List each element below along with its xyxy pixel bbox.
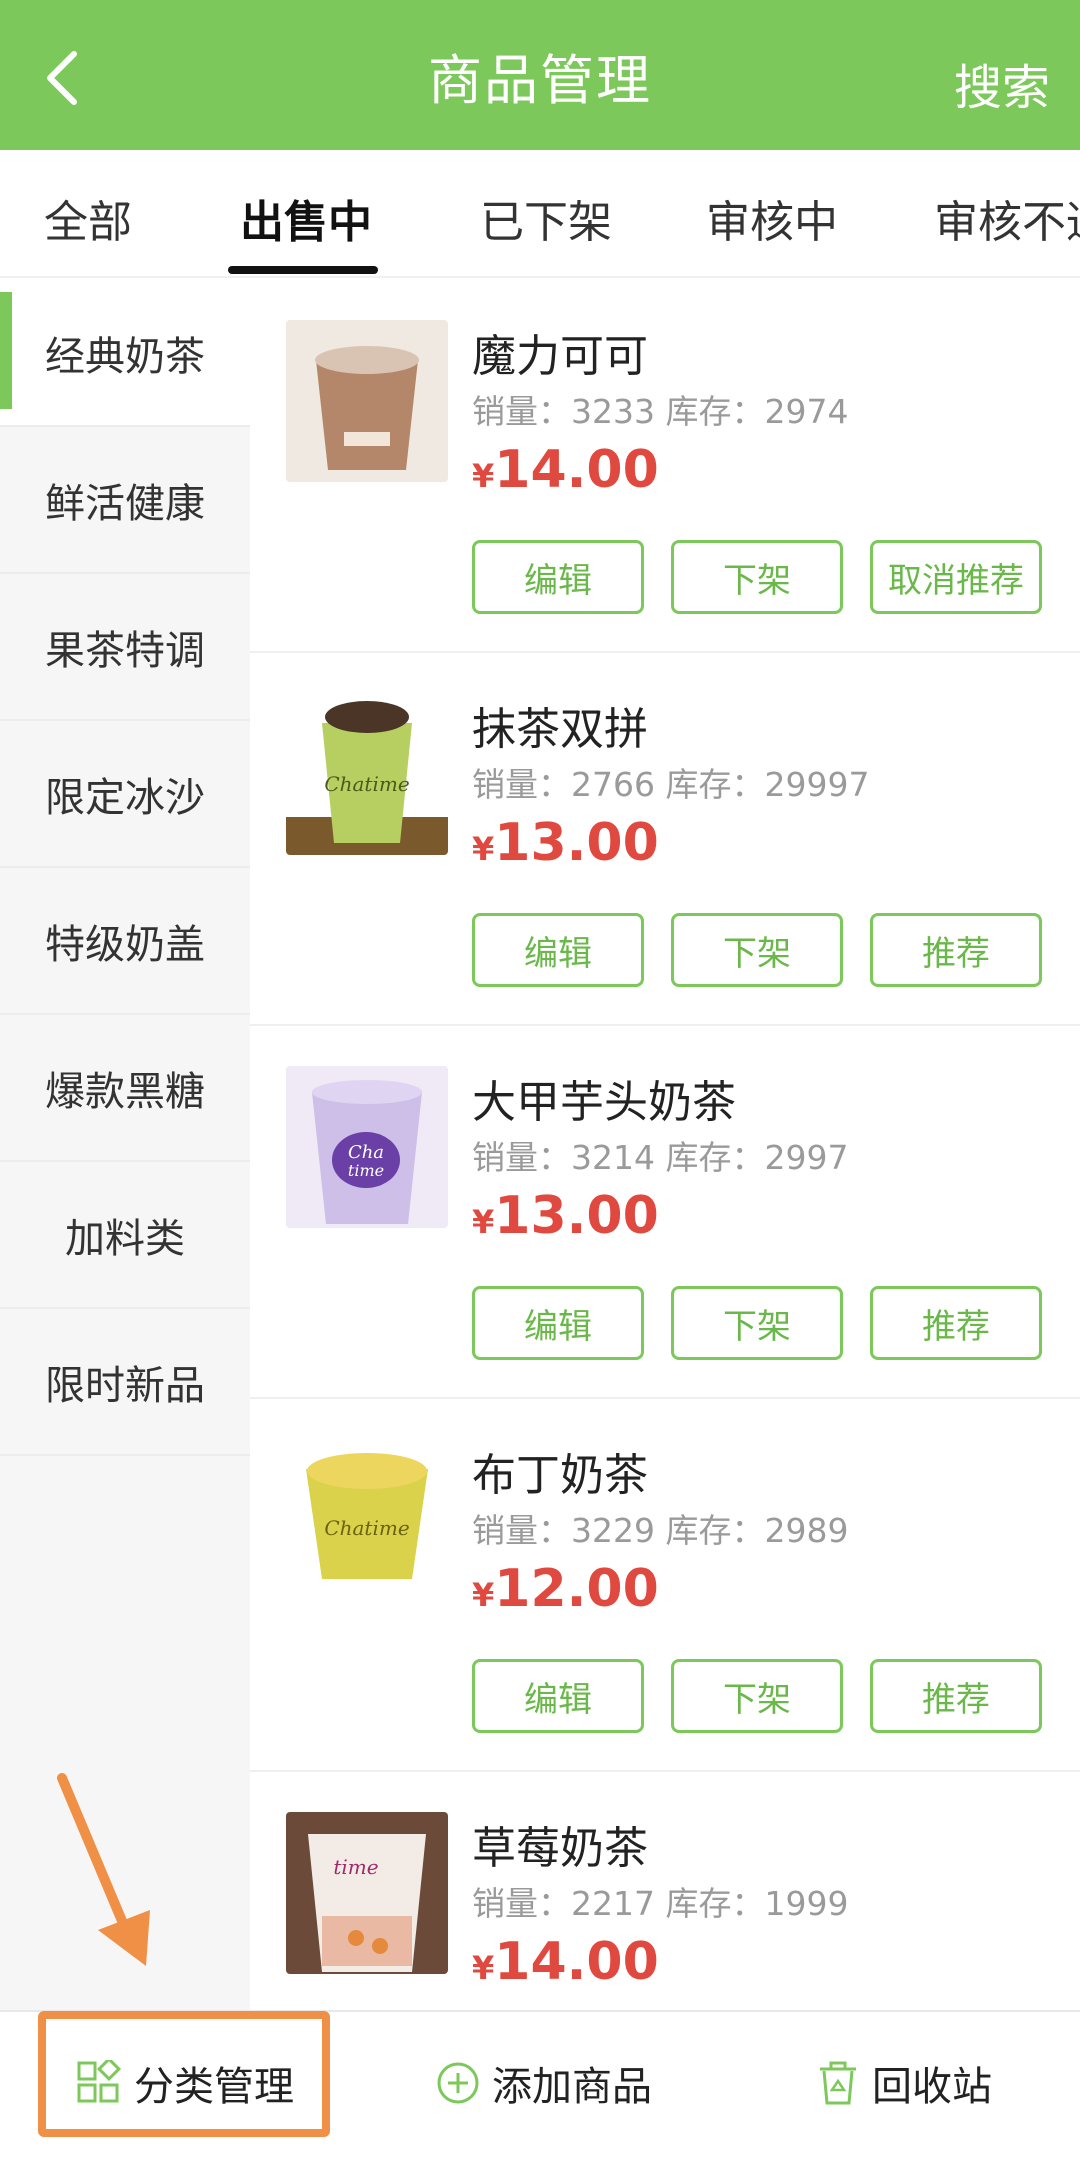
price-amount: 14.00 — [494, 1932, 659, 1992]
off-shelf-button[interactable]: 下架 — [671, 1659, 843, 1733]
tab-review-rejected[interactable]: 审核不通过 — [934, 186, 1080, 250]
status-tabs: 全部 出售中 已下架 审核中 审核不通过 — [0, 150, 1080, 278]
price-amount: 13.00 — [494, 813, 659, 873]
product-card: time 草莓奶茶 销量：2217 库存：1999 ¥14.00 — [250, 1772, 1080, 2010]
product-card: Cha time 大甲芋头奶茶 销量：3214 库存：2997 ¥13.00 编… — [250, 1026, 1080, 1399]
product-price: ¥14.00 — [472, 1932, 659, 1992]
category-sidebar: 经典奶茶 鲜活健康 果茶特调 限定冰沙 特级奶盖 爆款黑糖 加料类 限时新品 — [0, 280, 250, 2010]
sidebar-item-label: 经典奶茶 — [45, 333, 205, 380]
annotation-arrow-icon — [57, 1773, 150, 1966]
currency-symbol: ¥ — [472, 457, 495, 495]
product-price: ¥12.00 — [472, 1559, 659, 1619]
add-product-label: 添加商品 — [492, 2064, 652, 2110]
recycle-bin-button[interactable]: 回收站 — [816, 2054, 992, 2112]
svg-text:Cha: Cha — [348, 1142, 384, 1163]
sidebar-item-fresh-healthy[interactable]: 鲜活健康 — [0, 427, 250, 574]
edit-button[interactable]: 编辑 — [472, 913, 644, 987]
edit-button[interactable]: 编辑 — [472, 1286, 644, 1360]
back-arrow-icon[interactable] — [38, 48, 98, 108]
active-tab-indicator — [228, 266, 378, 274]
currency-symbol: ¥ — [472, 1203, 495, 1241]
currency-symbol: ¥ — [472, 1949, 495, 1987]
product-card: Chatime 布丁奶茶 销量：3229 库存：2989 ¥12.00 编辑 下… — [250, 1399, 1080, 1772]
category-management-label: 分类管理 — [134, 2064, 294, 2110]
product-sales-stock: 销量：2766 库存：29997 — [472, 765, 870, 804]
sidebar-item-label: 限定冰沙 — [45, 774, 205, 821]
product-price: ¥13.00 — [472, 813, 659, 873]
sidebar-item-classic-milk-tea[interactable]: 经典奶茶 — [0, 280, 250, 427]
category-grid-icon — [77, 2060, 122, 2103]
sidebar-item-label: 特级奶盖 — [45, 921, 205, 968]
svg-text:Chatime: Chatime — [324, 1516, 409, 1540]
price-amount: 13.00 — [494, 1186, 659, 1246]
add-product-button[interactable]: 添加商品 — [436, 2054, 652, 2112]
off-shelf-button[interactable]: 下架 — [671, 913, 843, 987]
off-shelf-button[interactable]: 下架 — [671, 540, 843, 614]
sidebar-item-label: 限时新品 — [45, 1362, 205, 1409]
currency-symbol: ¥ — [472, 1576, 495, 1614]
tab-off-shelf[interactable]: 已下架 — [480, 186, 612, 250]
recommend-button[interactable]: 推荐 — [870, 913, 1042, 987]
top-bar: 商品管理 搜索 — [0, 0, 1080, 150]
plus-circle-icon — [437, 2062, 479, 2104]
recommend-button[interactable]: 推荐 — [870, 1286, 1042, 1360]
product-card: Chatime 抹茶双拼 销量：2766 库存：29997 ¥13.00 编辑 … — [250, 653, 1080, 1026]
product-list: 魔力可可 销量：3233 库存：2974 ¥14.00 编辑 下架 取消推荐 C… — [250, 280, 1080, 2010]
product-sales-stock: 销量：3233 库存：2974 — [472, 392, 849, 431]
product-image[interactable]: Chatime — [286, 693, 448, 855]
edit-button[interactable]: 编辑 — [472, 540, 644, 614]
product-image[interactable]: Cha time — [286, 1066, 448, 1228]
product-sales-stock: 销量：3214 库存：2997 — [472, 1138, 849, 1177]
edit-button[interactable]: 编辑 — [472, 1659, 644, 1733]
sidebar-item-label: 加料类 — [65, 1215, 185, 1262]
currency-symbol: ¥ — [472, 830, 495, 868]
tab-all[interactable]: 全部 — [44, 186, 132, 250]
active-category-indicator — [0, 292, 12, 409]
product-sales-stock: 销量：3229 库存：2989 — [472, 1511, 849, 1550]
product-image[interactable] — [286, 320, 448, 482]
sidebar-item-new-limited[interactable]: 限时新品 — [0, 1309, 250, 1456]
category-management-button[interactable]: 分类管理 — [76, 2054, 294, 2112]
page-title: 商品管理 — [428, 48, 652, 112]
product-sales-stock: 销量：2217 库存：1999 — [472, 1884, 849, 1923]
product-name[interactable]: 布丁奶茶 — [472, 1439, 648, 1503]
bottom-action-bar: 分类管理 添加商品 回收站 — [0, 2010, 1080, 2157]
product-name[interactable]: 魔力可可 — [472, 320, 648, 384]
svg-text:time: time — [333, 1855, 378, 1879]
tab-reviewing[interactable]: 审核中 — [706, 186, 838, 250]
svg-text:Chatime: Chatime — [324, 772, 409, 796]
off-shelf-button[interactable]: 下架 — [671, 1286, 843, 1360]
product-card: 魔力可可 销量：3233 库存：2974 ¥14.00 编辑 下架 取消推荐 — [250, 280, 1080, 653]
sidebar-item-limited-smoothie[interactable]: 限定冰沙 — [0, 721, 250, 868]
price-amount: 14.00 — [494, 440, 659, 500]
sidebar-item-milk-cap[interactable]: 特级奶盖 — [0, 868, 250, 1015]
sidebar-item-label: 果茶特调 — [45, 627, 205, 674]
sidebar-item-fruit-tea[interactable]: 果茶特调 — [0, 574, 250, 721]
search-button[interactable]: 搜索 — [954, 48, 1050, 118]
sidebar-item-label: 鲜活健康 — [45, 480, 205, 527]
recommend-button[interactable]: 推荐 — [870, 1659, 1042, 1733]
recycle-bin-label: 回收站 — [872, 2064, 992, 2110]
product-name[interactable]: 抹茶双拼 — [472, 693, 648, 757]
product-price: ¥13.00 — [472, 1186, 659, 1246]
tab-on-sale[interactable]: 出售中 — [240, 186, 372, 250]
price-amount: 12.00 — [494, 1559, 659, 1619]
product-image[interactable]: time — [286, 1812, 448, 1974]
sidebar-item-toppings[interactable]: 加料类 — [0, 1162, 250, 1309]
product-price: ¥14.00 — [472, 440, 659, 500]
product-name[interactable]: 草莓奶茶 — [472, 1812, 648, 1876]
sidebar-item-label: 爆款黑糖 — [45, 1068, 205, 1115]
product-image[interactable]: Chatime — [286, 1439, 448, 1601]
recycle-bin-icon — [820, 2061, 856, 2105]
cancel-recommend-button[interactable]: 取消推荐 — [870, 540, 1042, 614]
product-name[interactable]: 大甲芋头奶茶 — [472, 1066, 736, 1130]
svg-text:time: time — [348, 1161, 384, 1180]
sidebar-item-brown-sugar[interactable]: 爆款黑糖 — [0, 1015, 250, 1162]
